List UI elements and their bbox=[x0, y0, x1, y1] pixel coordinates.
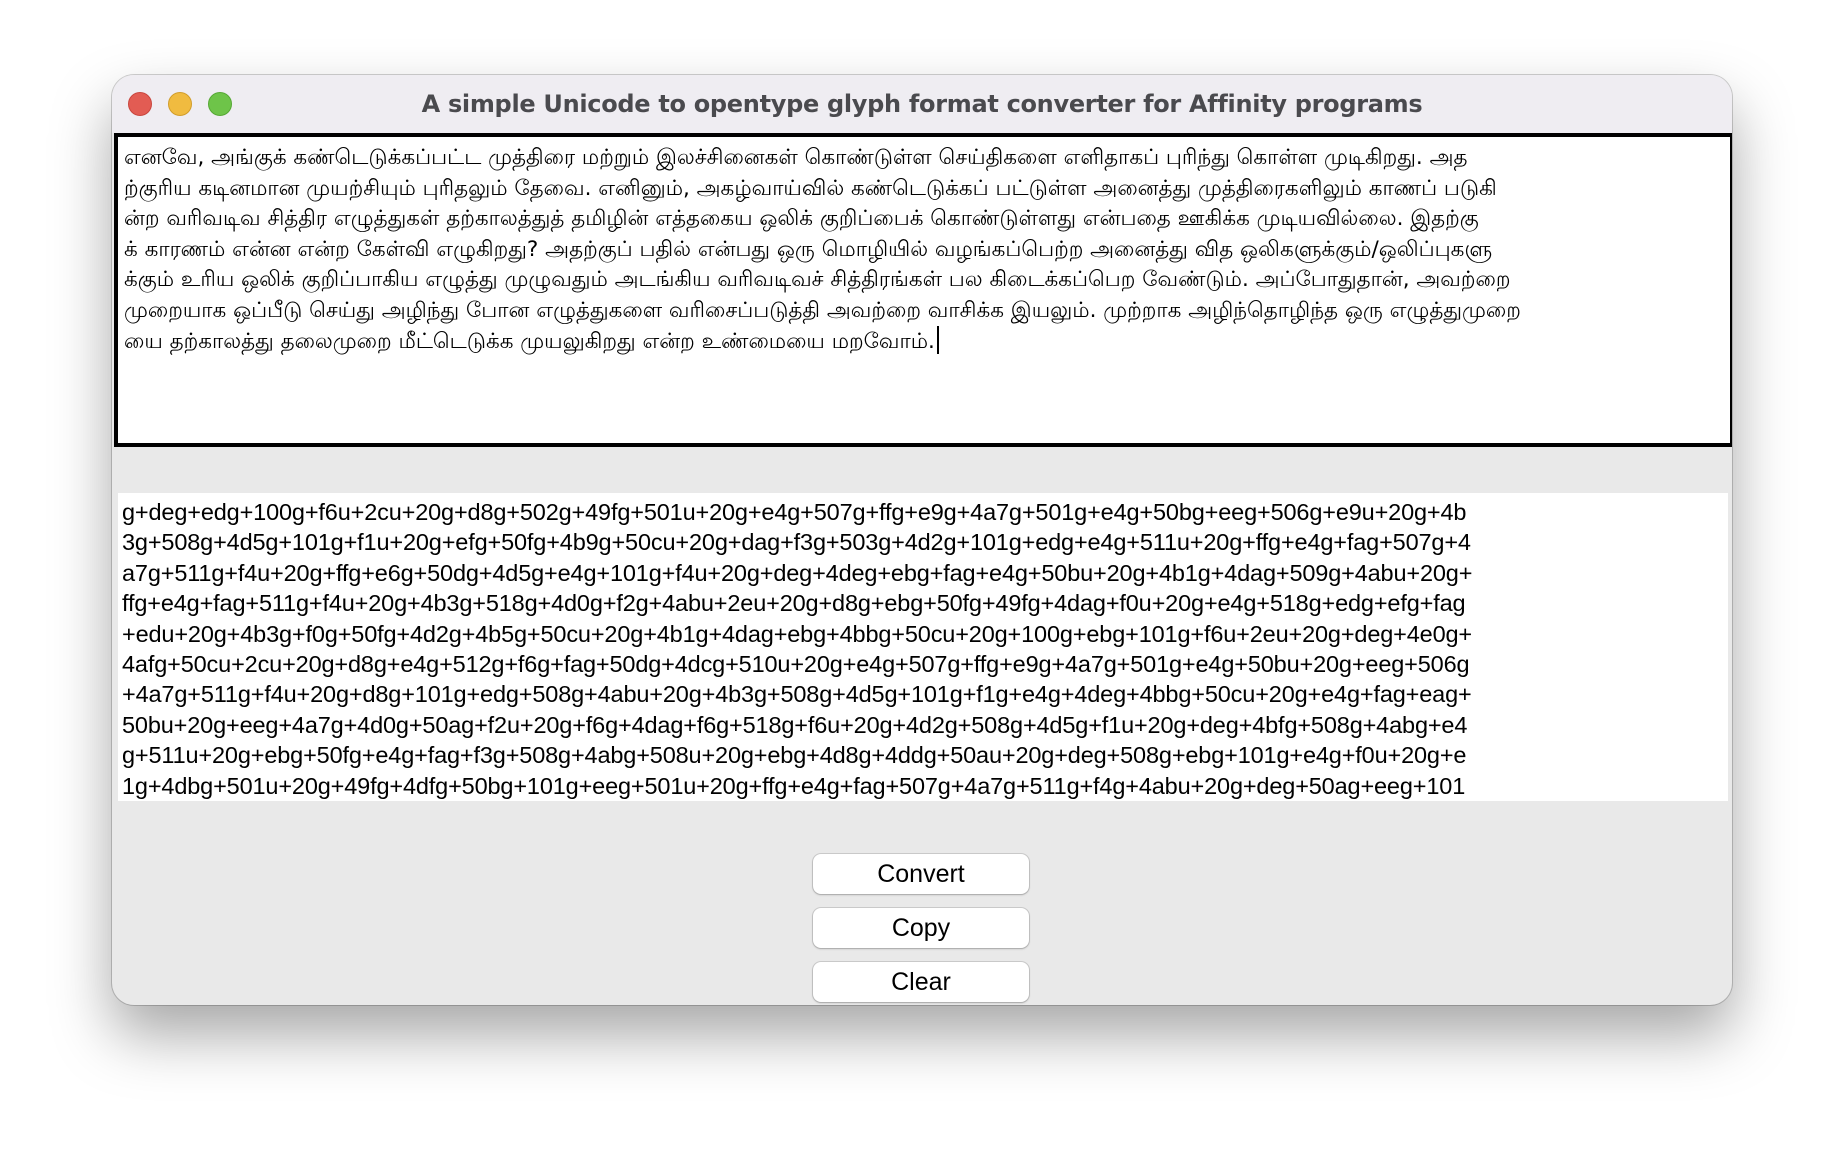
window-controls bbox=[128, 92, 232, 116]
input-line: க் காரணம் என்ன என்ற கேள்வி எழுகிறது? அதற… bbox=[124, 236, 1493, 262]
minimize-window-button[interactable] bbox=[168, 92, 192, 116]
output-line: +4a7g+511g+f4u+20g+d8g+101g+edg+508g+4ab… bbox=[122, 681, 1472, 708]
input-line: ற்குரிய கடினமான முயற்சியும் புரிதலும் தே… bbox=[124, 175, 1497, 201]
text-caret bbox=[936, 326, 939, 354]
input-line-text: யை தற்காலத்து தலைமுறை மீட்டெடுக்க முயலுக… bbox=[124, 329, 935, 354]
title-bar[interactable]: A simple Unicode to opentype glyph forma… bbox=[112, 75, 1732, 133]
output-line: 3g+508g+4d5g+101g+f1u+20g+efg+50fg+4b9g+… bbox=[122, 529, 1471, 556]
output-line: +edu+20g+4b3g+f0g+50fg+4d2g+4b5g+50cu+20… bbox=[122, 620, 1472, 647]
input-line-last: யை தற்காலத்து தலைமுறை மீட்டெடுக்க முயலுக… bbox=[124, 326, 1724, 358]
convert-button[interactable]: Convert bbox=[813, 854, 1029, 894]
input-line: எனவே, அங்குக் கண்டெடுக்கப்பட்ட முத்திரை … bbox=[124, 145, 1468, 170]
input-line: ன்ற வரிவடிவ சித்திர எழுத்துகள் தற்காலத்த… bbox=[124, 206, 1479, 231]
output-line: 50bu+20g+eeg+4a7g+4d0g+50ag+f2u+20g+f6g+… bbox=[122, 711, 1468, 738]
glyph-output-text[interactable]: g+deg+edg+100g+f6u+2cu+20g+d8g+502g+49fg… bbox=[118, 493, 1728, 801]
app-window: A simple Unicode to opentype glyph forma… bbox=[112, 75, 1732, 1005]
input-line: முறையாக ஒப்பீடு செய்து அழிந்து போன எழுத்… bbox=[124, 297, 1521, 323]
copy-button[interactable]: Copy bbox=[813, 908, 1029, 948]
window-title: A simple Unicode to opentype glyph forma… bbox=[421, 90, 1423, 118]
clear-button[interactable]: Clear bbox=[813, 962, 1029, 1002]
output-line: 1g+4dbg+501u+20g+49fg+4dfg+50bg+101g+eeg… bbox=[122, 772, 1466, 799]
input-line: க்கும் உரிய ஒலிக் குறிப்பாகிய எழுத்து மு… bbox=[124, 267, 1511, 292]
output-line: a7g+511g+f4u+20g+ffg+e6g+50dg+4d5g+e4g+1… bbox=[122, 559, 1473, 586]
unicode-input-textarea[interactable]: எனவே, அங்குக் கண்டெடுக்கப்பட்ட முத்திரை … bbox=[114, 133, 1732, 447]
maximize-window-button[interactable] bbox=[208, 92, 232, 116]
output-line: g+deg+edg+100g+f6u+2cu+20g+d8g+502g+49fg… bbox=[122, 499, 1467, 525]
close-window-button[interactable] bbox=[128, 92, 152, 116]
output-line: ffg+e4g+fag+511g+f4u+20g+4b3g+518g+4d0g+… bbox=[122, 590, 1466, 617]
output-line: g+511u+20g+ebg+50fg+e4g+fag+f3g+508g+4ab… bbox=[122, 742, 1467, 769]
output-line: 4afg+50cu+2cu+20g+d8g+e4g+512g+f6g+fag+5… bbox=[122, 651, 1470, 678]
